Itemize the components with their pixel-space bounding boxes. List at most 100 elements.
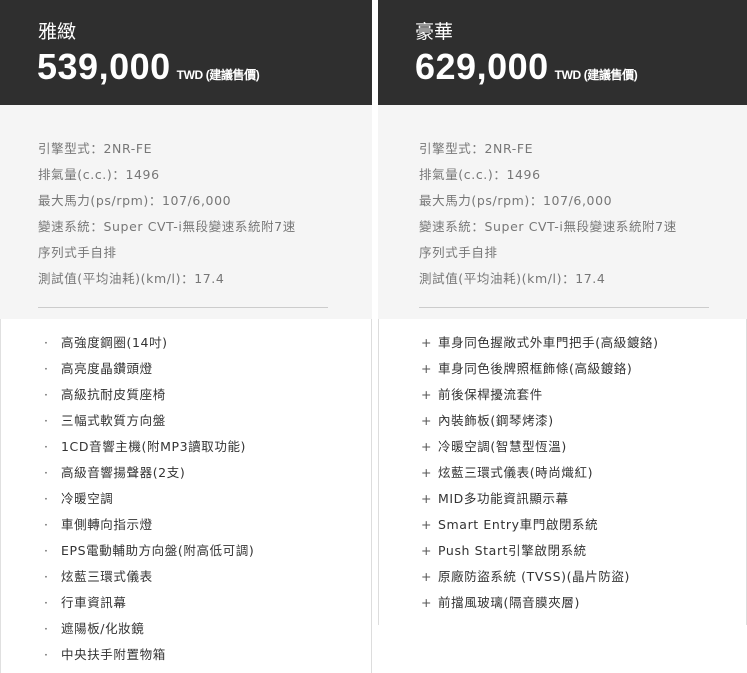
feature-label: 高級抗耐皮質座椅 [61, 387, 166, 402]
list-item: + 車身同色後牌照框飾條(高級鍍鉻) [421, 356, 659, 382]
plus-icon: + [421, 361, 433, 376]
spec-panel: 引擎型式：2NR-FE 排氣量(c.c.)：1496 最大馬力(ps/rpm)：… [378, 105, 747, 319]
bullet-icon: · [44, 647, 49, 662]
list-item: + 冷暖空調(智慧型恆溫) [421, 434, 659, 460]
bullet-icon: · [44, 569, 49, 584]
feature-label: 炫藍三環式儀表 [61, 569, 153, 584]
list-item: + 前後保桿擾流套件 [421, 382, 659, 408]
bullet-icon: · [44, 595, 49, 610]
spec-item: 排氣量(c.c.)：1496 [38, 167, 160, 182]
spec-list: 引擎型式：2NR-FE 排氣量(c.c.)：1496 最大馬力(ps/rpm)：… [419, 136, 709, 292]
plus-icon: + [421, 517, 433, 532]
trim-price: 539,000 TWD (建議售價) [37, 46, 260, 88]
list-item: · EPS電動輔助方向盤(附高低可調) [44, 538, 254, 564]
bullet-icon: · [44, 465, 49, 480]
plus-icon: + [421, 465, 433, 480]
spec-item: 序列式手自排 [419, 245, 498, 260]
bullet-icon: · [44, 361, 49, 376]
plus-icon: + [421, 413, 433, 428]
list-item: + Smart Entry車門啟閉系統 [421, 512, 659, 538]
feature-label: 高級音響揚聲器(2支) [61, 465, 186, 480]
feature-label: MID多功能資訊顯示幕 [438, 491, 569, 506]
list-item: + 原廠防盜系統 (TVSS)(晶片防盜) [421, 564, 659, 590]
feature-label: 遮陽板/化妝鏡 [61, 621, 145, 636]
feature-list-elegant: · 高強度鋼圈(14吋) · 高亮度晶鑽頭燈 · 高級抗耐皮質座椅 · 三幅式軟質方向盤… [44, 330, 254, 668]
feature-label: 冷暖空調 [61, 491, 114, 506]
feature-label: 內裝飾板(鋼琴烤漆) [438, 413, 554, 428]
feature-label: 三幅式軟質方向盤 [61, 413, 166, 428]
spec-panel: 引擎型式：2NR-FE 排氣量(c.c.)：1496 最大馬力(ps/rpm)：… [0, 105, 372, 319]
list-item: · 中央扶手附置物箱 [44, 642, 254, 668]
list-item: · 炫藍三環式儀表 [44, 564, 254, 590]
feature-label: 車側轉向指示燈 [61, 517, 153, 532]
spec-item: 序列式手自排 [38, 245, 117, 260]
list-item: · 1CD音響主機(附MP3讀取功能) [44, 434, 254, 460]
trim-name: 雅緻 [38, 21, 77, 43]
plus-icon: + [421, 439, 433, 454]
list-item: · 冷暖空調 [44, 486, 254, 512]
plus-icon: + [421, 595, 433, 610]
feature-label: 中央扶手附置物箱 [61, 647, 166, 662]
trim-price: 629,000 TWD (建議售價) [415, 46, 638, 88]
feature-label: 前後保桿擾流套件 [438, 387, 543, 402]
bullet-icon: · [44, 413, 49, 428]
feature-list-luxury: + 車身同色握敞式外車門把手(高級鍍鉻) + 車身同色後牌照框飾條(高級鍍鉻) + 前… [421, 330, 659, 616]
list-item: + MID多功能資訊顯示幕 [421, 486, 659, 512]
list-item: + 炫藍三環式儀表(時尚熾紅) [421, 460, 659, 486]
divider [419, 307, 709, 308]
spec-item: 最大馬力(ps/rpm)：107/6,000 [38, 193, 232, 208]
bullet-icon: · [44, 543, 49, 558]
feature-label: Smart Entry車門啟閉系統 [438, 517, 599, 532]
list-item: · 高級音響揚聲器(2支) [44, 460, 254, 486]
spec-item: 引擎型式：2NR-FE [38, 141, 153, 156]
plus-icon: + [421, 543, 433, 558]
list-item: · 高亮度晶鑽頭燈 [44, 356, 254, 382]
bullet-icon: · [44, 491, 49, 506]
feature-label: EPS電動輔助方向盤(附高低可調) [61, 543, 255, 558]
feature-label: 前擋風玻璃(隔音膜夾層) [438, 595, 580, 610]
spec-item: 引擎型式：2NR-FE [419, 141, 534, 156]
list-item: · 車側轉向指示燈 [44, 512, 254, 538]
spec-item: 測試值(平均油耗)(km/l)：17.4 [38, 271, 225, 286]
spec-item: 最大馬力(ps/rpm)：107/6,000 [419, 193, 613, 208]
spec-item: 變速系統：Super CVT-i無段變速系統附7速 [419, 219, 677, 234]
feature-label: 原廠防盜系統 (TVSS)(晶片防盜) [438, 569, 630, 584]
bullet-icon: · [44, 387, 49, 402]
list-item: + 車身同色握敞式外車門把手(高級鍍鉻) [421, 330, 659, 356]
price-unit: TWD (建議售價) [554, 68, 638, 82]
plus-icon: + [421, 569, 433, 584]
feature-label: 炫藍三環式儀表(時尚熾紅) [438, 465, 594, 480]
bullet-icon: · [44, 621, 49, 636]
list-item: · 高級抗耐皮質座椅 [44, 382, 254, 408]
spec-item: 變速系統：Super CVT-i無段變速系統附7速 [38, 219, 296, 234]
list-item: · 遮陽板/化妝鏡 [44, 616, 254, 642]
list-item: + 前擋風玻璃(隔音膜夾層) [421, 590, 659, 616]
trim-header: 雅緻 539,000 TWD (建議售價) [0, 0, 372, 116]
divider [38, 307, 328, 308]
bullet-icon: · [44, 439, 49, 454]
price-unit: TWD (建議售價) [176, 68, 260, 82]
feature-label: 行車資訊幕 [61, 595, 127, 610]
list-item: + Push Start引擎啟閉系統 [421, 538, 659, 564]
plus-icon: + [421, 491, 433, 506]
feature-label: 高亮度晶鑽頭燈 [61, 361, 153, 376]
price-value: 539,000 [37, 46, 171, 87]
feature-label: 1CD音響主機(附MP3讀取功能) [61, 439, 247, 454]
list-item: · 三幅式軟質方向盤 [44, 408, 254, 434]
spec-list: 引擎型式：2NR-FE 排氣量(c.c.)：1496 最大馬力(ps/rpm)：… [38, 136, 330, 292]
feature-label: 冷暖空調(智慧型恆溫) [438, 439, 567, 454]
price-value: 629,000 [415, 46, 549, 87]
feature-label: 高強度鋼圈(14吋) [61, 335, 168, 350]
feature-label: 車身同色後牌照框飾條(高級鍍鉻) [438, 361, 633, 376]
bullet-icon: · [44, 517, 49, 532]
trim-header: 豪華 629,000 TWD (建議售價) [378, 0, 747, 116]
feature-label: 車身同色握敞式外車門把手(高級鍍鉻) [438, 335, 659, 350]
trim-name: 豪華 [415, 21, 454, 43]
list-item: · 高強度鋼圈(14吋) [44, 330, 254, 356]
list-item: · 行車資訊幕 [44, 590, 254, 616]
bullet-icon: · [44, 335, 49, 350]
spec-item: 測試值(平均油耗)(km/l)：17.4 [419, 271, 606, 286]
plus-icon: + [421, 335, 433, 350]
list-item: + 內裝飾板(鋼琴烤漆) [421, 408, 659, 434]
feature-label: Push Start引擎啟閉系統 [438, 543, 587, 558]
